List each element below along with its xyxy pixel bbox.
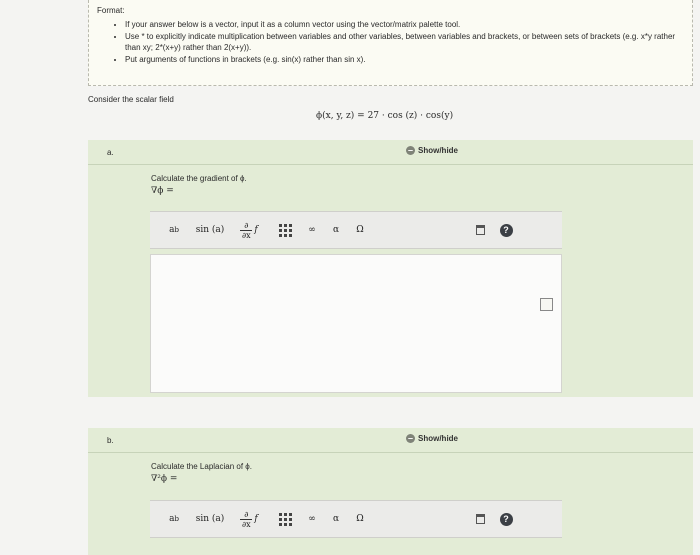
matrix-button[interactable] (274, 507, 296, 531)
part-b-answer-label: ∇²ϕ = (151, 474, 178, 484)
partial-numerator: ∂ (244, 509, 249, 519)
alpha-button[interactable]: α (328, 507, 344, 531)
power-button[interactable]: ab (162, 507, 186, 531)
partial-derivative-button[interactable]: ∂ ∂x f (234, 507, 264, 531)
power-button[interactable]: ab (162, 218, 186, 242)
collapse-icon: – (406, 433, 415, 443)
trash-icon (475, 225, 485, 235)
part-b-header: b. – Show/hide (88, 428, 693, 453)
format-list: If your answer below is a vector, input … (97, 19, 684, 65)
partial-fraction: ∂ ∂x (240, 509, 253, 529)
partial-f: f (254, 225, 258, 235)
format-item: Put arguments of functions in brackets (… (125, 54, 684, 65)
part-b-section: b. – Show/hide Calculate the Laplacian o… (88, 428, 693, 555)
collapse-icon: – (406, 145, 415, 155)
help-button[interactable]: ? (496, 218, 516, 242)
document-icon[interactable] (540, 298, 553, 311)
power-exponent: b (174, 226, 179, 234)
sin-button[interactable]: sin (a) (192, 507, 228, 531)
matrix-icon (278, 512, 292, 526)
format-item: If your answer below is a vector, input … (125, 19, 684, 30)
partial-numerator: ∂ (244, 220, 249, 230)
answer-editor[interactable] (150, 254, 562, 393)
format-title: Format: (97, 6, 125, 15)
sin-button[interactable]: sin (a) (192, 218, 228, 242)
math-toolbar: ab sin (a) ∂ ∂x f ∞ α Ω ? (150, 211, 562, 249)
partial-denominator: ∂x (242, 230, 251, 240)
trash-icon (475, 514, 485, 524)
intro-text: Consider the scalar field (88, 95, 174, 104)
scalar-field-formula: ϕ(x, y, z) = 27 · cos (z) · cos(y) (316, 111, 454, 121)
infinity-button[interactable]: ∞ (304, 218, 320, 242)
partial-denominator: ∂x (242, 519, 251, 529)
part-a-section: a. – Show/hide Calculate the gradient of… (88, 140, 693, 397)
matrix-button[interactable] (274, 218, 296, 242)
clear-button[interactable] (470, 218, 490, 242)
help-icon: ? (499, 512, 513, 526)
partial-derivative-button[interactable]: ∂ ∂x f (234, 218, 264, 242)
partial-fraction: ∂ ∂x (240, 220, 253, 240)
format-instructions: Format: If your answer below is a vector… (88, 0, 693, 86)
clear-button[interactable] (470, 507, 490, 531)
part-b-letter: b. (107, 436, 114, 445)
omega-button[interactable]: Ω (352, 507, 368, 531)
partial-f: f (254, 514, 258, 524)
showhide-label: Show/hide (418, 146, 458, 155)
help-icon: ? (499, 223, 513, 237)
part-a-letter: a. (107, 148, 114, 157)
part-a-header: a. – Show/hide (88, 140, 693, 165)
matrix-icon (278, 223, 292, 237)
format-item: Use * to explicitly indicate multiplicat… (125, 31, 684, 53)
part-a-showhide-button[interactable]: – Show/hide (406, 146, 458, 155)
math-toolbar: ab sin (a) ∂ ∂x f ∞ α Ω ? (150, 500, 562, 538)
alpha-button[interactable]: α (328, 218, 344, 242)
help-button[interactable]: ? (496, 507, 516, 531)
part-b-showhide-button[interactable]: – Show/hide (406, 434, 458, 443)
part-a-answer-label: ∇ϕ = (151, 186, 174, 196)
infinity-button[interactable]: ∞ (304, 507, 320, 531)
power-exponent: b (174, 515, 179, 523)
part-a-question: Calculate the gradient of ϕ. (151, 174, 247, 183)
showhide-label: Show/hide (418, 434, 458, 443)
part-b-question: Calculate the Laplacian of ϕ. (151, 462, 252, 471)
omega-button[interactable]: Ω (352, 218, 368, 242)
